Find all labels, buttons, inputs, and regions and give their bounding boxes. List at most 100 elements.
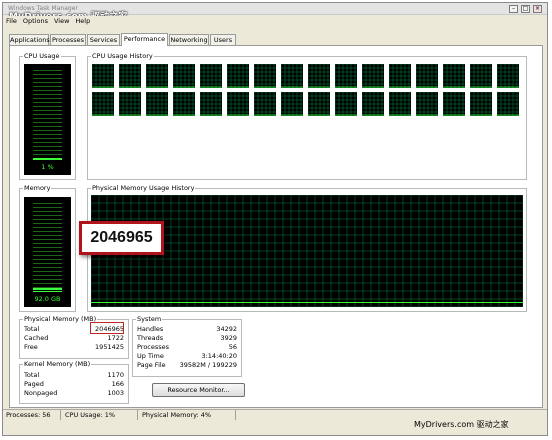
cpu-core-graph [253,91,276,117]
row-name: Cached [24,334,49,342]
cpu-core-plot [442,91,465,117]
callout-value: 2046965 [90,229,153,246]
cpu-core-graph [226,63,249,89]
minimize-button[interactable]: – [509,5,518,13]
cpu-core-plot [91,63,114,89]
cpu-core-plot [226,63,249,89]
physical-memory-row: Free 1951425 [24,343,124,352]
row-value: 166 [111,380,124,388]
cpu-core-plot [442,63,465,89]
row-name: Processes [137,343,170,351]
cpu-core-plot [253,63,276,89]
memory-history-label: Physical Memory Usage History [91,184,196,192]
cpu-core-graph [91,91,114,117]
row-value: 39582M / 199229 [179,361,237,369]
row-name: Handles [137,325,164,333]
cpu-core-graph [118,63,141,89]
tab-processes[interactable]: Processes [50,34,86,45]
cpu-core-graph [199,63,222,89]
cpu-core-graph [361,63,384,89]
menu-options[interactable]: Options [20,16,51,27]
kernel-memory-row: Nonpaged 1003 [24,389,124,398]
cpu-core-plot [199,63,222,89]
cpu-core-graph [307,91,330,117]
cpu-core-plot [361,91,384,117]
row-value: 56 [228,343,237,351]
cpu-core-graph [145,91,168,117]
cpu-usage-label: CPU Usage [23,52,61,60]
cpu-core-plot [280,91,303,117]
row-name: Total [24,371,40,379]
cpu-usage-meter: 1 % [24,64,71,175]
menu-file[interactable]: File [3,16,20,27]
maximize-button[interactable]: □ [521,5,530,13]
cpu-core-plot [388,63,411,89]
kernel-memory-table: Total 1170 Paged 166 Nonpaged 1003 [24,371,124,398]
cpu-core-graph [496,91,519,117]
cpu-core-plot [145,63,168,89]
cpu-core-graph [469,91,492,117]
resource-monitor-button[interactable]: Resource Monitor... [152,383,245,397]
memory-meter-fill [33,288,62,292]
cpu-core-graph [442,91,465,117]
menu-help[interactable]: Help [72,16,93,27]
cpu-core-graph [415,63,438,89]
status-processes: Processes: 56 [6,411,51,419]
system-group: System Handles 34292 Threads 3929 Processe… [132,315,242,377]
cpu-history-group: CPU Usage History [87,52,527,180]
cpu-core-plot [496,91,519,117]
cpu-core-graph [388,91,411,117]
cpu-core-plot [172,63,195,89]
tab-performance[interactable]: Performance [121,33,168,46]
status-divider [137,410,138,420]
cpu-core-graph [226,91,249,117]
cpu-core-plot [307,91,330,117]
tab-applications[interactable]: Applications [9,34,50,45]
row-value: 1951425 [95,343,124,351]
status-bar: Processes: 56 CPU Usage: 1% Physical Mem… [3,409,547,420]
cpu-core-graph [415,91,438,117]
cpu-core-plot [226,91,249,117]
cpu-core-graph [307,63,330,89]
cpu-core-plot [172,91,195,117]
cpu-core-plot [469,91,492,117]
status-cpu: CPU Usage: 1% [65,411,116,419]
cpu-core-plot [334,63,357,89]
tab-services[interactable]: Services [87,34,120,45]
row-name: Page File [137,361,166,369]
cpu-core-graph [469,63,492,89]
cpu-core-graph [496,63,519,89]
row-value: 1170 [107,371,124,379]
close-button[interactable]: × [533,5,542,13]
kernel-memory-row: Paged 166 [24,380,124,389]
cpu-core-graph [172,91,195,117]
cpu-core-plot [118,63,141,89]
system-row: Threads 3929 [137,334,237,343]
cpu-core-graph [388,63,411,89]
kernel-memory-row: Total 1170 [24,371,124,380]
tab-users[interactable]: Users [210,34,236,45]
system-label: System [136,315,163,323]
menu-view[interactable]: View [51,16,72,27]
cpu-history-label: CPU Usage History [91,52,154,60]
cpu-core-graph [361,91,384,117]
memory-meter-bars [33,203,62,292]
cpu-core-plot [91,91,114,117]
cpu-core-graph [118,91,141,117]
cpu-core-graph [253,63,276,89]
system-row: Processes 56 [137,343,237,352]
title-bar[interactable]: Windows Task Manager MyDrivers.com 驱动之家 … [3,3,547,22]
total-memory-callout: 2046965 [79,221,164,255]
cpu-core-graph [172,63,195,89]
kernel-memory-label: Kernel Memory (MB) [23,360,92,368]
cpu-core-plot [334,91,357,117]
cpu-core-plot [280,63,303,89]
row-name: Up Time [137,352,164,360]
cpu-core-graph [280,63,303,89]
cpu-core-plot [307,63,330,89]
tab-networking[interactable]: Networking [169,34,209,45]
row-value: 3929 [220,334,237,342]
cpu-core-graph [334,91,357,117]
system-row: Page File 39582M / 199229 [137,361,237,370]
system-table: Handles 34292 Threads 3929 Processes 56 Up … [137,325,237,370]
